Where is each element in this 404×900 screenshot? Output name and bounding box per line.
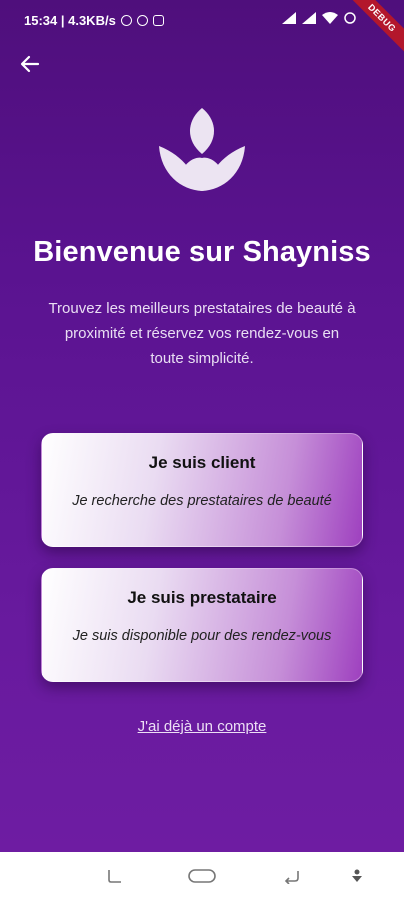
page-title: Bienvenue sur Shayniss: [33, 236, 371, 268]
hide-navbar-button[interactable]: [346, 866, 368, 886]
provider-role-card[interactable]: Je suis prestataire Je suis disponible p…: [41, 568, 363, 682]
welcome-screen: 15:34 | 4.3KB/s DEBUG Bienvenue sur Shay…: [0, 0, 404, 900]
notification-icon: [120, 15, 132, 26]
system-back-button[interactable]: [281, 866, 303, 886]
recent-apps-button[interactable]: [104, 866, 126, 886]
back-button[interactable]: [14, 48, 46, 80]
lotus-flower-icon: [159, 108, 245, 191]
client-card-description: Je recherche des prestataires de beauté: [72, 493, 332, 509]
client-role-card[interactable]: Je suis client Je recherche des prestata…: [41, 433, 363, 547]
status-bar: 15:34 | 4.3KB/s DEBUG: [0, 0, 404, 60]
battery-icon: [344, 12, 356, 24]
provider-card-title: Je suis prestataire: [127, 588, 277, 607]
signal-icon-2: [302, 12, 316, 24]
status-time-speed: 15:34 | 4.3KB/s: [24, 13, 116, 28]
system-nav-bar: [0, 852, 404, 900]
signal-icon: [282, 12, 296, 24]
recent-apps-icon: [108, 870, 121, 883]
page-subtitle: Trouvez les meilleurs prestataires de be…: [48, 300, 356, 367]
wifi-icon: [322, 12, 338, 24]
status-left: 15:34 | 4.3KB/s: [24, 13, 164, 28]
back-icon: [284, 871, 299, 884]
home-button[interactable]: [188, 866, 216, 886]
home-icon: [188, 869, 216, 883]
debug-banner: DEBUG: [340, 0, 404, 60]
status-right: [282, 12, 356, 24]
hide-navbar-icon: [352, 869, 362, 882]
login-link[interactable]: J'ai déjà un compte: [0, 718, 404, 735]
arrow-left-icon: [20, 55, 40, 73]
whatsapp-icon: [136, 15, 148, 26]
sim-icon: [152, 15, 164, 26]
client-card-title: Je suis client: [148, 453, 256, 472]
provider-card-description: Je suis disponible pour des rendez-vous: [72, 628, 332, 644]
